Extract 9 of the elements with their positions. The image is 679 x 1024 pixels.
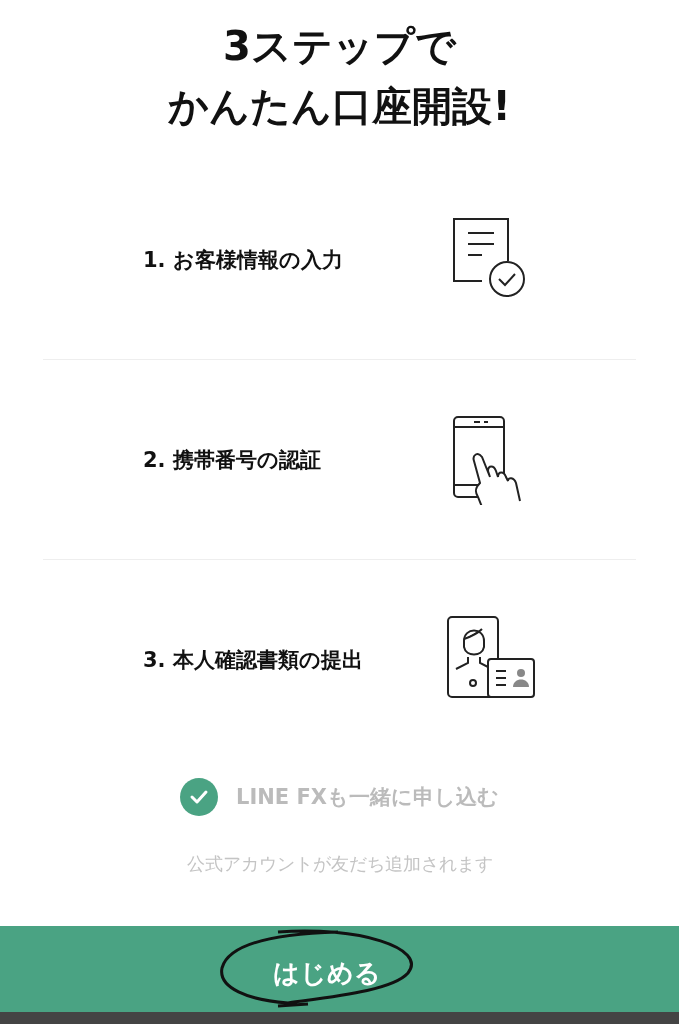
step-label: 3. 本人確認書類の提出 [143,647,363,674]
note-text: 公式アカウントが友だち追加されます [185,852,494,876]
checkbox-label[interactable]: LINE FXも一緒に申し込む [236,783,499,811]
step-label: 2. 携帯番号の認証 [143,446,321,474]
page-title: 3ステップで [223,22,456,71]
step-label: 1. お客様情報の入力 [143,246,343,274]
checkbox[interactable] [180,778,218,816]
page-title: かんたん口座開設! [168,82,511,131]
start-button[interactable]: はじめる [0,926,679,1012]
